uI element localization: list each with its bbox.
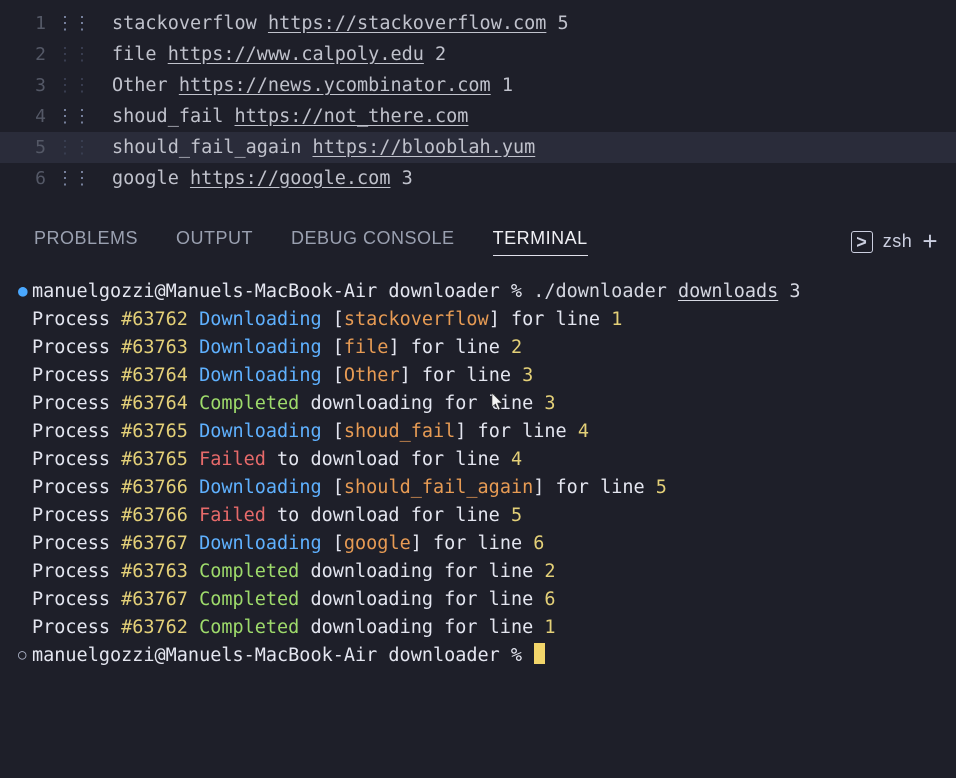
terminal-row-marker	[18, 614, 32, 642]
terminal-row-marker	[18, 474, 32, 502]
terminal-row-text: Process #63763 Completed downloading for…	[32, 558, 944, 586]
terminal-row-marker	[18, 502, 32, 530]
editor-line[interactable]: 2⋮⋮file https://www.calpoly.edu 2	[0, 39, 956, 70]
terminal-line: Process #63764 Completed downloading for…	[18, 390, 944, 418]
editor-line[interactable]: 1⋮⋮stackoverflow https://stackoverflow.c…	[0, 8, 956, 39]
editor-line-text[interactable]: Other https://news.ycombinator.com 1	[66, 70, 513, 101]
terminal-row-marker	[18, 530, 32, 558]
line-number-gutter: 6⋮⋮	[0, 163, 66, 194]
terminal-row-marker: ●	[18, 278, 32, 306]
terminal-line: Process #63765 Downloading [shoud_fail] …	[18, 418, 944, 446]
editor-pane[interactable]: 1⋮⋮stackoverflow https://stackoverflow.c…	[0, 0, 956, 212]
terminal-line: Process #63766 Failed to download for li…	[18, 502, 944, 530]
terminal-row-text: Process #63766 Downloading [should_fail_…	[32, 474, 944, 502]
terminal-row-text: Process #63765 Downloading [shoud_fail] …	[32, 418, 944, 446]
terminal-line: Process #63763 Downloading [file] for li…	[18, 334, 944, 362]
terminal-line: Process #63766 Downloading [should_fail_…	[18, 474, 944, 502]
panel-tabs: PROBLEMS OUTPUT DEBUG CONSOLE TERMINAL > zs…	[0, 212, 956, 268]
editor-line-text[interactable]: stackoverflow https://stackoverflow.com …	[66, 8, 569, 39]
line-number-gutter: 3⋮⋮	[0, 70, 66, 101]
terminal-line: Process #63764 Downloading [Other] for l…	[18, 362, 944, 390]
terminal-row-text: Process #63765 Failed to download for li…	[32, 446, 944, 474]
terminal-line: Process #63763 Completed downloading for…	[18, 558, 944, 586]
line-number-gutter: 5⋮⋮	[0, 132, 66, 163]
terminal-row-text: Process #63766 Failed to download for li…	[32, 502, 944, 530]
editor-line-text[interactable]: should_fail_again https://blooblah.yum	[66, 132, 535, 163]
line-number-gutter: 4⋮⋮	[0, 101, 66, 132]
terminal-row-text: Process #63763 Downloading [file] for li…	[32, 334, 944, 362]
terminal-line: ○manuelgozzi@Manuels-MacBook-Air downloa…	[18, 642, 944, 670]
panel-tab-terminal[interactable]: TERMINAL	[493, 228, 588, 256]
terminal-line: Process #63767 Completed downloading for…	[18, 586, 944, 614]
panel-tab-output[interactable]: OUTPUT	[176, 228, 253, 255]
editor-line-text[interactable]: google https://google.com 3	[66, 163, 413, 194]
panel-tab-problems[interactable]: PROBLEMS	[34, 228, 138, 255]
terminal-row-marker: ○	[18, 642, 32, 670]
terminal-row-marker	[18, 362, 32, 390]
terminal-line: Process #63767 Downloading [google] for …	[18, 530, 944, 558]
editor-line[interactable]: 3⋮⋮Other https://news.ycombinator.com 1	[0, 70, 956, 101]
terminal-line: Process #63765 Failed to download for li…	[18, 446, 944, 474]
editor-line-text[interactable]: file https://www.calpoly.edu 2	[66, 39, 446, 70]
terminal-row-text: Process #63767 Completed downloading for…	[32, 586, 944, 614]
terminal-row-text: Process #63762 Downloading [stackoverflo…	[32, 306, 944, 334]
plus-icon[interactable]: +	[922, 226, 938, 257]
line-number-gutter: 2⋮⋮	[0, 39, 66, 70]
terminal-row-marker	[18, 418, 32, 446]
terminal-line: Process #63762 Completed downloading for…	[18, 614, 944, 642]
terminal-row-text: Process #63767 Downloading [google] for …	[32, 530, 944, 558]
editor-line-text[interactable]: shoud_fail https://not_there.com	[66, 101, 468, 132]
terminal-row-text: manuelgozzi@Manuels-MacBook-Air download…	[32, 642, 944, 670]
terminal-row-text: Process #63764 Downloading [Other] for l…	[32, 362, 944, 390]
editor-line[interactable]: 5⋮⋮should_fail_again https://blooblah.yu…	[0, 132, 956, 163]
terminal-row-marker	[18, 558, 32, 586]
terminal-launch-icon[interactable]: >	[851, 231, 873, 253]
terminal-row-marker	[18, 390, 32, 418]
terminal-row-marker	[18, 586, 32, 614]
terminal-row-text: manuelgozzi@Manuels-MacBook-Air download…	[32, 278, 944, 306]
terminal-row-marker	[18, 306, 32, 334]
terminal-body[interactable]: ●manuelgozzi@Manuels-MacBook-Air downloa…	[0, 268, 956, 680]
panel-tab-debug-console[interactable]: DEBUG CONSOLE	[291, 228, 455, 255]
shell-name[interactable]: zsh	[883, 231, 913, 252]
terminal-line: ●manuelgozzi@Manuels-MacBook-Air downloa…	[18, 278, 944, 306]
line-number-gutter: 1⋮⋮	[0, 8, 66, 39]
terminal-row-text: Process #63764 Completed downloading for…	[32, 390, 944, 418]
terminal-row-marker	[18, 334, 32, 362]
editor-line[interactable]: 4⋮⋮shoud_fail https://not_there.com	[0, 101, 956, 132]
editor-line[interactable]: 6⋮⋮google https://google.com 3	[0, 163, 956, 194]
terminal-row-marker	[18, 446, 32, 474]
terminal-line: Process #63762 Downloading [stackoverflo…	[18, 306, 944, 334]
terminal-row-text: Process #63762 Completed downloading for…	[32, 614, 944, 642]
